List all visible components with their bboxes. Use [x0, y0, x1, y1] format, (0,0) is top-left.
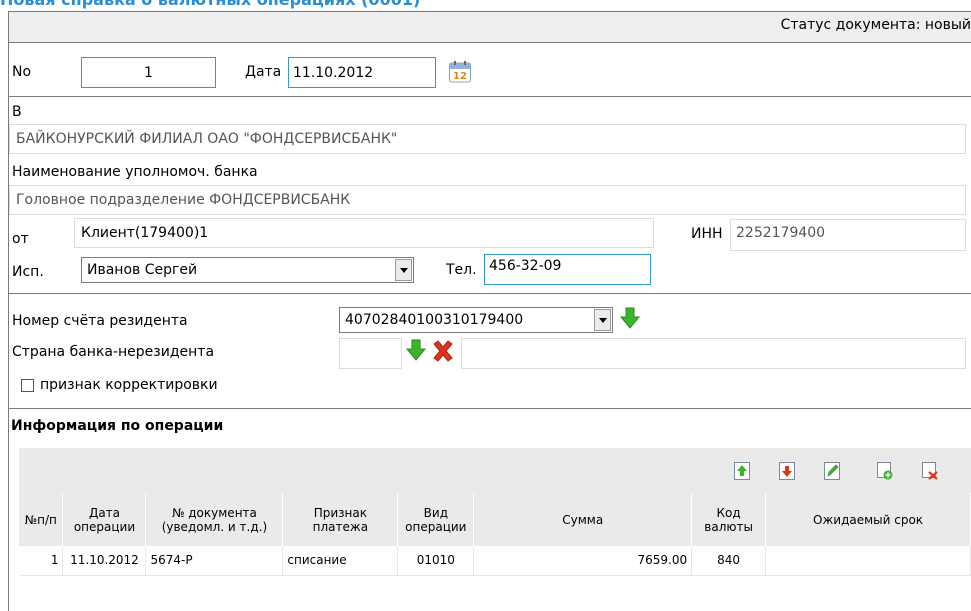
add-icon[interactable] — [877, 462, 893, 480]
executor-label: Исп. — [12, 264, 44, 280]
country-label: Страна банка-нерезидента — [12, 344, 215, 360]
chevron-down-icon[interactable] — [594, 309, 611, 331]
client-field: Клиент(179400)1 — [74, 218, 654, 248]
cell-document: 5674-Р — [145, 546, 284, 576]
operations-section-title: Информация по операции — [11, 418, 224, 434]
column-header[interactable]: № документа (уведомл. и т.д.) — [145, 493, 284, 546]
to-bank-field: БАЙКОНУРСКИЙ ФИЛИАЛ ОАО "ФОНДСЕРВИСБАНК" — [9, 124, 966, 154]
phone-field[interactable]: 456-32-09 — [484, 254, 651, 285]
correction-checkbox[interactable] — [21, 379, 34, 392]
table-row[interactable]: 1 11.10.2012 5674-Р списание 01010 7659.… — [19, 546, 971, 576]
date-field[interactable]: 11.10.2012 — [288, 57, 436, 88]
cell-index: 1 — [19, 546, 64, 576]
authorized-bank-field: Головное подразделение ФОНДСЕРВИСБАНК — [9, 185, 966, 215]
chevron-down-icon[interactable] — [395, 259, 412, 281]
divider — [9, 96, 971, 97]
delete-icon[interactable] — [430, 339, 456, 363]
cell-currency-code: 840 — [691, 546, 767, 576]
import-down-icon[interactable] — [779, 462, 795, 480]
divider — [9, 293, 971, 294]
cell-payment-sign: списание — [282, 546, 399, 576]
authorized-bank-label: Наименование уполномоч. банка — [12, 164, 258, 180]
country-code-field[interactable] — [339, 338, 402, 369]
correction-label: признак корректировки — [40, 377, 218, 393]
page-title: Новая справка о валютных операциях (0001… — [0, 0, 420, 9]
country-name-field — [461, 338, 966, 369]
operations-table: №п/п Дата операции № документа (уведомл.… — [19, 493, 971, 576]
cell-amount: 7659.00 — [473, 546, 693, 576]
resident-account-value: 40702840100310179400 — [345, 312, 524, 328]
column-header[interactable]: №п/п — [19, 493, 64, 546]
export-up-icon[interactable] — [734, 462, 750, 480]
delete-row-icon[interactable] — [922, 462, 938, 480]
table-header-row: №п/п Дата операции № документа (уведомл.… — [19, 493, 971, 546]
inn-field: 2252179400 — [730, 219, 966, 251]
resident-account-select[interactable]: 40702840100310179400 — [339, 307, 613, 333]
column-header[interactable]: Ожидаемый срок — [765, 493, 971, 546]
arrow-down-icon[interactable] — [619, 306, 641, 330]
column-header[interactable]: Код валюты — [691, 493, 767, 546]
phone-label: Тел. — [446, 262, 477, 278]
to-bank-label: В — [12, 104, 22, 120]
number-field[interactable]: 1 — [81, 57, 216, 88]
edit-icon[interactable] — [824, 462, 840, 480]
cell-date: 11.10.2012 — [62, 546, 147, 576]
column-header[interactable]: Дата операции — [62, 493, 147, 546]
cell-expected-term — [765, 546, 971, 576]
executor-select[interactable]: Иванов Сергей — [81, 257, 414, 283]
cell-operation-type: 01010 — [397, 546, 475, 576]
number-label: No — [12, 64, 32, 80]
inn-label: ИНН — [691, 226, 723, 242]
column-header[interactable]: Вид операции — [397, 493, 475, 546]
calendar-icon[interactable]: 12 — [448, 60, 472, 84]
divider — [9, 42, 971, 43]
divider — [9, 408, 971, 409]
resident-account-label: Номер счёта резидента — [12, 313, 188, 329]
column-header[interactable]: Сумма — [473, 493, 693, 546]
operations-table-area: №п/п Дата операции № документа (уведомл.… — [19, 448, 971, 598]
date-label: Дата — [245, 64, 282, 80]
arrow-down-icon[interactable] — [405, 338, 427, 362]
svg-text:12: 12 — [453, 71, 467, 82]
document-status: Статус документа: новый — [780, 17, 971, 33]
executor-value: Иванов Сергей — [87, 262, 198, 278]
from-label: от — [12, 231, 29, 247]
column-header[interactable]: Признак платежа — [282, 493, 399, 546]
